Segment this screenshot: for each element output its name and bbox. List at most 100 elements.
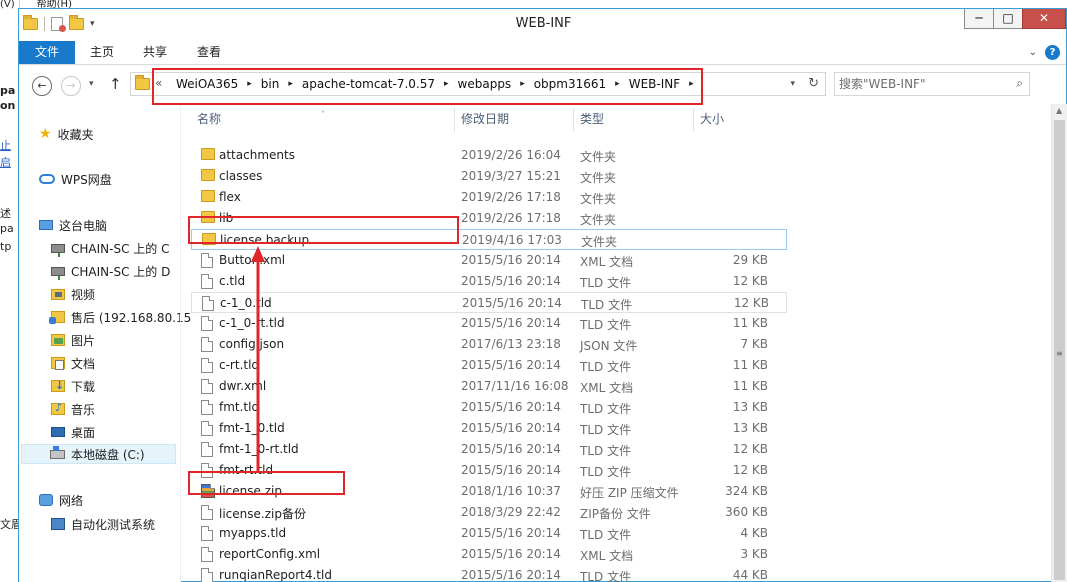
nav-item[interactable]: 文档 bbox=[51, 353, 95, 373]
forward-button[interactable]: → bbox=[61, 76, 81, 96]
file-size: 13 KB bbox=[732, 400, 768, 414]
scroll-up-icon[interactable]: ▲ bbox=[1056, 106, 1062, 115]
background-text: pa bbox=[0, 84, 16, 97]
file-row[interactable]: lib 2019/2/26 17:18 文件夹 bbox=[191, 208, 787, 229]
background-link[interactable]: 止 bbox=[0, 137, 11, 153]
address-bar[interactable]: « WeiOA365 ▸ bin ▸ apache-tomcat-7.0.57 ▸ w… bbox=[130, 72, 826, 96]
column-header-size[interactable]: 大小 bbox=[694, 108, 771, 132]
nav-network[interactable]: 网络 bbox=[39, 490, 83, 510]
minimize-button[interactable]: ─ bbox=[964, 9, 994, 29]
file-row[interactable]: Button.xml 2015/5/16 20:14 XML 文档 29 KB bbox=[191, 250, 787, 271]
file-row[interactable]: flex 2019/2/26 17:18 文件夹 bbox=[191, 187, 787, 208]
shared-folder-icon bbox=[49, 311, 65, 324]
nav-favorites[interactable]: ★ 收藏夹 bbox=[39, 124, 94, 144]
nav-item-local-disk[interactable]: 本地磁盘 (C:) bbox=[21, 444, 176, 464]
tab-share[interactable]: 共享 bbox=[127, 41, 183, 64]
breadcrumb-item[interactable]: obpm31661 bbox=[528, 77, 612, 91]
file-size: 3 KB bbox=[740, 547, 768, 561]
file-row[interactable]: c-1_0-rt.tld 2015/5/16 20:14 TLD 文件 11 KB bbox=[191, 313, 787, 334]
nav-item[interactable]: 视频 bbox=[51, 284, 95, 304]
nav-item[interactable]: 售后 (192.168.80.15 bbox=[49, 307, 191, 327]
recent-locations-chevron-icon[interactable]: ▾ bbox=[89, 79, 94, 89]
nav-item[interactable]: CHAIN-SC 上的 D bbox=[51, 261, 170, 281]
tab-file[interactable]: 文件 bbox=[19, 41, 76, 64]
file-row[interactable]: c-1_0.tld 2015/5/16 20:14 TLD 文件 12 KB bbox=[191, 292, 787, 313]
file-row[interactable]: fmt-1_0.tld 2015/5/16 20:14 TLD 文件 13 KB bbox=[191, 418, 787, 439]
nav-item[interactable]: 下载 bbox=[51, 376, 95, 396]
chevron-right-icon[interactable]: ▸ bbox=[686, 79, 697, 89]
refresh-icon[interactable]: ↻ bbox=[808, 76, 819, 91]
file-type: 文件夹 bbox=[580, 192, 617, 206]
file-icon bbox=[201, 274, 213, 289]
file-row[interactable]: myapps.tld 2015/5/16 20:14 TLD 文件 4 KB bbox=[191, 523, 787, 544]
address-history-chevron-icon[interactable]: ▾ bbox=[790, 79, 795, 89]
breadcrumb-item[interactable]: apache-tomcat-7.0.57 bbox=[296, 77, 441, 91]
tab-home[interactable]: 主页 bbox=[74, 41, 130, 64]
search-icon[interactable]: ⌕ bbox=[1016, 76, 1023, 91]
expand-ribbon-chevron-icon[interactable]: ⌄ bbox=[1029, 47, 1037, 58]
up-arrow-icon[interactable]: ↑ bbox=[109, 75, 122, 93]
nav-item[interactable]: 音乐 bbox=[51, 399, 95, 419]
file-row[interactable]: fmt.tld 2015/5/16 20:14 TLD 文件 13 KB bbox=[191, 397, 787, 418]
file-row[interactable]: c-rt.tld 2015/5/16 20:14 TLD 文件 11 KB bbox=[191, 355, 787, 376]
file-icon bbox=[202, 296, 214, 311]
maximize-button[interactable]: □ bbox=[993, 9, 1023, 29]
file-row[interactable]: classes 2019/3/27 15:21 文件夹 bbox=[191, 166, 787, 187]
column-header-date[interactable]: 修改日期 bbox=[455, 108, 574, 132]
pane-divider[interactable] bbox=[180, 104, 181, 582]
background-link[interactable]: 启 bbox=[0, 154, 11, 170]
file-type: JSON 文件 bbox=[580, 339, 638, 353]
background-menu-view[interactable]: (V) bbox=[0, 0, 15, 10]
file-name: config.json bbox=[219, 337, 285, 351]
file-name: c.tld bbox=[219, 274, 246, 288]
column-header-type[interactable]: 类型 bbox=[574, 108, 694, 132]
file-row[interactable]: fmt-rt.tld 2015/5/16 20:14 TLD 文件 12 KB bbox=[191, 460, 787, 481]
chevron-right-icon[interactable]: ▸ bbox=[517, 79, 528, 89]
nav-item[interactable]: 自动化测试系统 bbox=[51, 514, 155, 534]
nav-item[interactable]: 桌面 bbox=[51, 422, 95, 442]
file-date: 2015/5/16 20:14 bbox=[461, 463, 561, 477]
file-row[interactable]: license.zip备份 2018/3/29 22:42 ZIP备份 文件 360 … bbox=[191, 502, 787, 523]
nav-wps-drive[interactable]: WPS网盘 bbox=[39, 169, 112, 189]
file-icon bbox=[201, 526, 213, 541]
file-date: 2015/5/16 20:14 bbox=[461, 358, 561, 372]
close-button[interactable]: ✕ bbox=[1022, 9, 1066, 29]
nav-item[interactable]: 图片 bbox=[51, 330, 95, 350]
chevron-right-icon[interactable]: ▸ bbox=[285, 79, 296, 89]
file-row[interactable]: c.tld 2015/5/16 20:14 TLD 文件 12 KB bbox=[191, 271, 787, 292]
chevron-right-icon[interactable]: ▸ bbox=[612, 79, 623, 89]
file-row[interactable]: reportConfig.xml 2015/5/16 20:14 XML 文档 3 K… bbox=[191, 544, 787, 565]
search-box[interactable]: ⌕ bbox=[834, 72, 1030, 96]
navigation-pane: ★ 收藏夹 WPS网盘 这台电脑 CHAIN-SC 上的 C CHAIN-SC … bbox=[19, 104, 191, 582]
file-row[interactable]: runqianReport4.tld 2015/5/16 20:14 TLD 文件 4… bbox=[191, 565, 787, 582]
file-date: 2015/5/16 20:14 bbox=[461, 421, 561, 435]
column-header-name[interactable]: ˄ 名称 bbox=[191, 108, 455, 132]
chevron-right-icon[interactable]: ▸ bbox=[441, 79, 452, 89]
tab-view[interactable]: 查看 bbox=[181, 41, 237, 64]
ribbon-tabs: 文件 主页 共享 查看 ⌄ ? bbox=[19, 39, 1066, 65]
nav-this-pc[interactable]: 这台电脑 bbox=[39, 215, 107, 235]
file-row[interactable]: fmt-1_0-rt.tld 2015/5/16 20:14 TLD 文件 12 KB bbox=[191, 439, 787, 460]
file-row[interactable]: license.zip 2018/1/16 10:37 好压 ZIP 压缩文件 324… bbox=[191, 481, 787, 502]
back-button[interactable]: ← bbox=[32, 76, 52, 96]
nav-item[interactable]: CHAIN-SC 上的 C bbox=[51, 238, 169, 258]
file-row[interactable]: license.backup 2019/4/16 17:03 文件夹 bbox=[191, 229, 787, 250]
file-row[interactable]: config.json 2017/6/13 23:18 JSON 文件 7 KB bbox=[191, 334, 787, 355]
breadcrumb-item[interactable]: WeiOA365 bbox=[170, 77, 244, 91]
file-row[interactable]: attachments 2019/2/26 16:04 文件夹 bbox=[191, 145, 787, 166]
file-size: 11 KB bbox=[732, 379, 768, 393]
breadcrumb-item[interactable]: webapps bbox=[452, 77, 518, 91]
file-row[interactable]: dwr.xml 2017/11/16 16:08 XML 文档 11 KB bbox=[191, 376, 787, 397]
breadcrumb-item[interactable]: WEB-INF bbox=[623, 77, 686, 91]
file-icon bbox=[201, 379, 213, 394]
chevron-right-icon[interactable]: ▸ bbox=[244, 79, 255, 89]
help-icon[interactable]: ? bbox=[1045, 45, 1060, 60]
title-bar[interactable]: ▾ WEB-INF ─ □ ✕ bbox=[19, 9, 1066, 39]
file-date: 2015/5/16 20:14 bbox=[461, 442, 561, 456]
vertical-scrollbar[interactable]: ▲ ≡ bbox=[1051, 104, 1067, 582]
sort-caret-icon: ˄ bbox=[321, 110, 325, 119]
file-name: myapps.tld bbox=[219, 526, 287, 540]
search-input[interactable] bbox=[839, 75, 1003, 93]
hidden-crumbs-icon[interactable]: « bbox=[155, 76, 162, 90]
breadcrumb-item[interactable]: bin bbox=[255, 77, 286, 91]
